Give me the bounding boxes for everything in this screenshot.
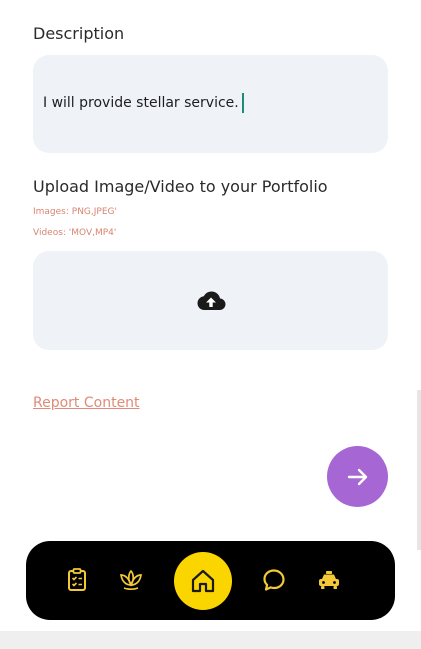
next-button[interactable] bbox=[327, 446, 388, 507]
chat-bubble-icon[interactable] bbox=[261, 567, 287, 593]
upload-dropzone[interactable] bbox=[33, 251, 388, 350]
cloud-upload-icon[interactable] bbox=[196, 289, 226, 311]
home-nav-button[interactable] bbox=[174, 552, 232, 610]
upload-label: Upload Image/Video to your Portfolio bbox=[33, 177, 328, 196]
description-field[interactable]: I will provide stellar service. bbox=[33, 55, 388, 153]
bottom-navigation-bar bbox=[26, 541, 395, 620]
images-format-hint: Images: PNG,JPEG' bbox=[33, 207, 117, 217]
text-cursor bbox=[241, 93, 244, 113]
scrollbar-thumb[interactable] bbox=[417, 390, 421, 550]
system-bottom-strip bbox=[0, 631, 421, 649]
videos-format-hint: Videos: 'MOV,MP4' bbox=[33, 228, 117, 238]
description-value: I will provide stellar service. bbox=[43, 95, 239, 111]
report-content-link[interactable]: Report Content bbox=[33, 395, 140, 411]
clipboard-checklist-icon[interactable] bbox=[64, 567, 90, 593]
taxi-icon[interactable] bbox=[316, 567, 342, 593]
description-label: Description bbox=[33, 24, 125, 43]
home-icon bbox=[191, 569, 215, 593]
lotus-icon[interactable] bbox=[118, 567, 144, 593]
description-input[interactable]: I will provide stellar service. bbox=[43, 93, 244, 113]
arrow-right-icon bbox=[347, 468, 367, 485]
